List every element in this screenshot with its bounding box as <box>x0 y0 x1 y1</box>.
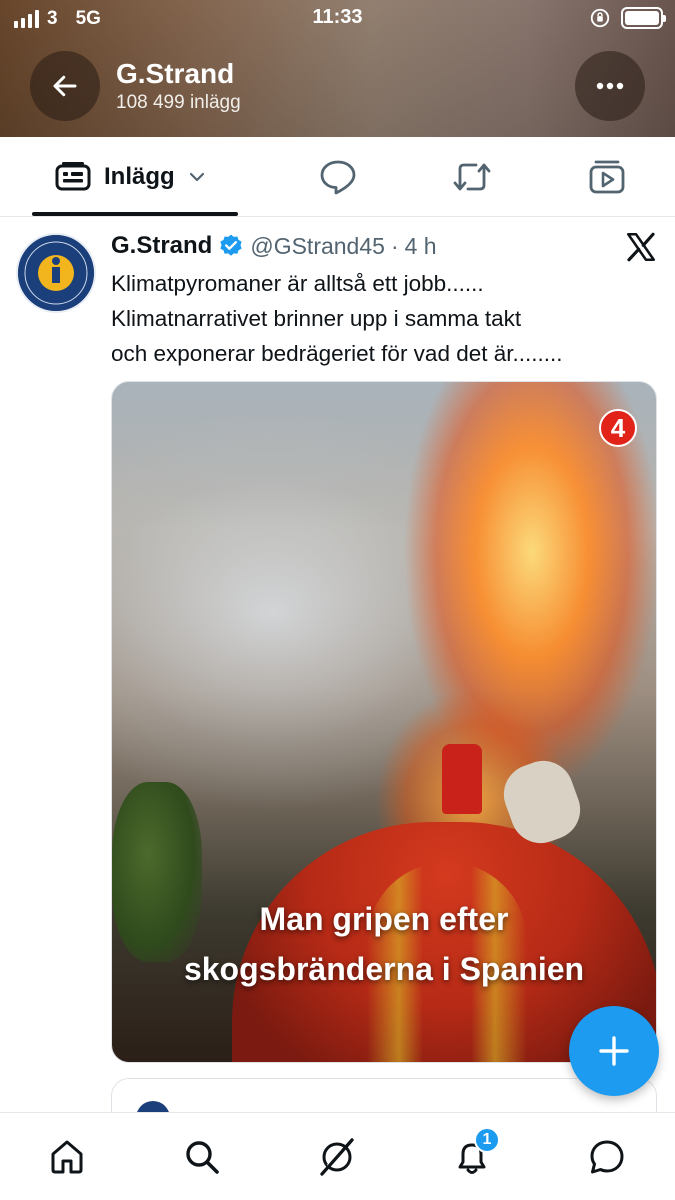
posts-icon <box>55 162 91 191</box>
battery-icon <box>621 7 666 29</box>
tweet-text-line: och exponerar bedrägeriet för vad det är… <box>111 341 563 366</box>
clock: 11:33 <box>312 6 363 28</box>
media-caption: Man gripen efter skogsbränderna i Spanie… <box>112 894 656 994</box>
profile-tabs: Inlägg <box>0 137 675 217</box>
post-count: 108 499 inlägg <box>116 92 241 113</box>
status-bar: 3 5G 11:33 <box>0 0 675 38</box>
messages-icon <box>590 1140 624 1174</box>
nav-grok[interactable] <box>315 1135 359 1179</box>
avatar-logo-icon <box>18 235 94 311</box>
tv4-logo-icon: 4 <box>599 409 637 447</box>
arrow-left-icon <box>53 75 77 97</box>
hose-nozzle <box>442 744 482 814</box>
chevron-down-icon[interactable] <box>187 167 207 187</box>
tab-reposts[interactable] <box>450 155 494 199</box>
tweet-header: G.Strand @GStrand45 · 4 h <box>111 232 437 260</box>
plus-icon <box>599 1036 629 1066</box>
author-avatar[interactable] <box>16 233 96 313</box>
profile-header: 3 5G 11:33 G.Strand 108 499 inlägg <box>0 0 675 137</box>
compose-button[interactable] <box>569 1006 659 1096</box>
nav-messages[interactable] <box>585 1135 629 1179</box>
search-icon <box>186 1141 219 1174</box>
nav-notifications[interactable]: 1 <box>450 1127 500 1179</box>
media-caption-line: Man gripen efter <box>259 901 509 937</box>
tab-media[interactable] <box>585 155 629 199</box>
profile-name: G.Strand <box>116 58 235 89</box>
tweet-text: Klimatpyromaner är alltså ett jobb......… <box>111 266 661 371</box>
reply-bubble-icon <box>320 160 356 195</box>
verified-badge-icon[interactable] <box>218 233 244 259</box>
grok-icon <box>320 1138 354 1176</box>
tweet-text-line: Klimatpyromaner är alltså ett jobb...... <box>111 271 484 296</box>
tab-posts-label: Inlägg <box>104 163 175 190</box>
home-icon <box>51 1140 83 1174</box>
author-handle[interactable]: @GStrand45 <box>250 233 385 260</box>
tab-replies[interactable] <box>316 155 360 199</box>
more-icon <box>596 82 624 90</box>
tab-selected-indicator <box>32 212 238 216</box>
rotation-lock-icon <box>590 8 610 28</box>
more-options-button[interactable] <box>575 51 645 121</box>
nav-home[interactable] <box>45 1135 89 1179</box>
notification-badge: 1 <box>474 1127 500 1153</box>
tweet-media-image[interactable]: 4 Man gripen efter skogsbränderna i Span… <box>111 381 657 1063</box>
author-name[interactable]: G.Strand <box>111 232 212 260</box>
dot-separator: · <box>390 232 399 259</box>
nav-search[interactable] <box>180 1135 224 1179</box>
back-button[interactable] <box>30 51 100 121</box>
media-caption-line: skogsbränderna i Spanien <box>183 951 585 987</box>
repost-icon <box>453 163 491 191</box>
x-logo-icon <box>626 232 656 262</box>
tweet-text-line: Klimatnarrativet brinner upp i samma tak… <box>111 306 522 331</box>
video-icon <box>589 160 625 194</box>
bottom-navigation: 1 <box>0 1112 675 1200</box>
tweet-time[interactable]: 4 h <box>405 233 437 260</box>
tab-posts[interactable]: Inlägg <box>32 137 238 217</box>
